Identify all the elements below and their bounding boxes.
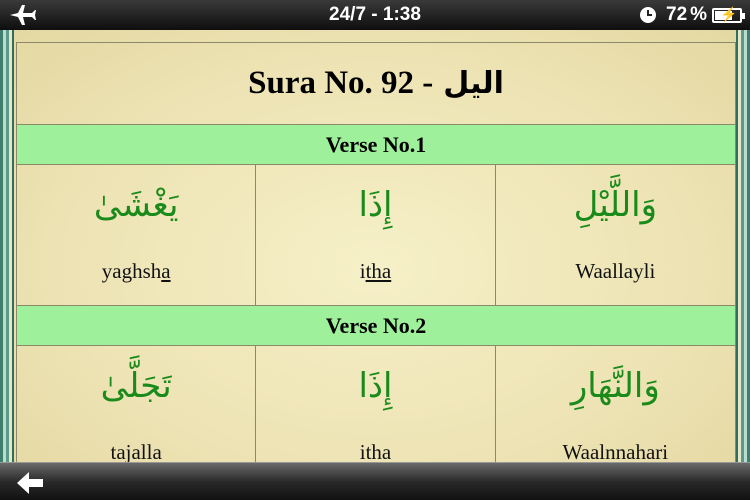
status-bar: 24/7 - 1:38 72% ⚡	[0, 0, 750, 30]
transliteration-part: Waalnnahari	[562, 440, 669, 462]
transliteration-part: yaghsh	[101, 259, 162, 283]
transliteration-part: itha	[359, 440, 392, 462]
battery-charging-icon: ⚡	[712, 6, 745, 23]
word-cell[interactable]: يَغْشَىٰ yaghsha	[17, 165, 257, 305]
word-arabic: تَجَلَّىٰ	[100, 366, 172, 406]
battery-percent: 72%	[666, 4, 708, 25]
word-arabic: يَغْشَىٰ	[93, 185, 179, 225]
word-transliteration: tajalla	[17, 440, 255, 462]
word-transliteration: Waalnnahari	[496, 440, 735, 462]
word-cell[interactable]: وَالنَّهَارِ Waalnnahari	[496, 346, 735, 462]
word-arabic: وَاللَّيْلِ	[573, 185, 658, 225]
sura-title-arabic: الیل	[443, 66, 504, 101]
sura-title-text: Sura No. 92 -	[248, 65, 434, 101]
word-arabic: إِذَا	[358, 366, 393, 406]
verses-list: Verse No.1 يَغْشَىٰ yaghsha إِذَا itha وَاللَ…	[17, 125, 735, 462]
verse-header: Verse No.2	[17, 306, 735, 346]
word-cell[interactable]: تَجَلَّىٰ tajalla	[17, 346, 257, 462]
word-arabic: وَالنَّهَارِ	[570, 366, 660, 406]
verse-header: Verse No.1	[17, 125, 735, 165]
word-cell[interactable]: وَاللَّيْلِ Waallayli	[496, 165, 735, 305]
word-cell[interactable]: إِذَا itha	[256, 165, 496, 305]
verse-row: يَغْشَىٰ yaghsha إِذَا itha وَاللَّيْلِ Waall…	[17, 165, 735, 306]
back-arrow-icon[interactable]	[16, 471, 44, 495]
word-transliteration: itha	[256, 259, 494, 284]
transliteration-part: Waallayli	[575, 259, 656, 283]
word-cell[interactable]: إِذَا itha	[256, 346, 496, 462]
scroll-content[interactable]: Sura No. 92 - الیل Verse No.1 يَغْشَىٰ yag…	[14, 30, 736, 462]
sura-table: Sura No. 92 - الیل Verse No.1 يَغْشَىٰ yag…	[16, 42, 736, 462]
transliteration-part: tajalla	[110, 440, 162, 462]
word-transliteration: Waallayli	[496, 259, 735, 284]
bottom-toolbar	[0, 462, 750, 500]
page-title: Sura No. 92 - الیل	[17, 43, 735, 125]
transliteration-part: a	[161, 259, 171, 283]
word-arabic: إِذَا	[358, 185, 393, 225]
transliteration-part: tha	[365, 259, 392, 283]
verse-row: تَجَلَّىٰ tajalla إِذَا itha وَالنَّهَارِ Waa…	[17, 346, 735, 462]
word-transliteration: itha	[256, 440, 494, 462]
word-transliteration: yaghsha	[17, 259, 255, 284]
clock-icon	[640, 7, 656, 23]
status-time: 24/7 - 1:38	[329, 4, 421, 25]
